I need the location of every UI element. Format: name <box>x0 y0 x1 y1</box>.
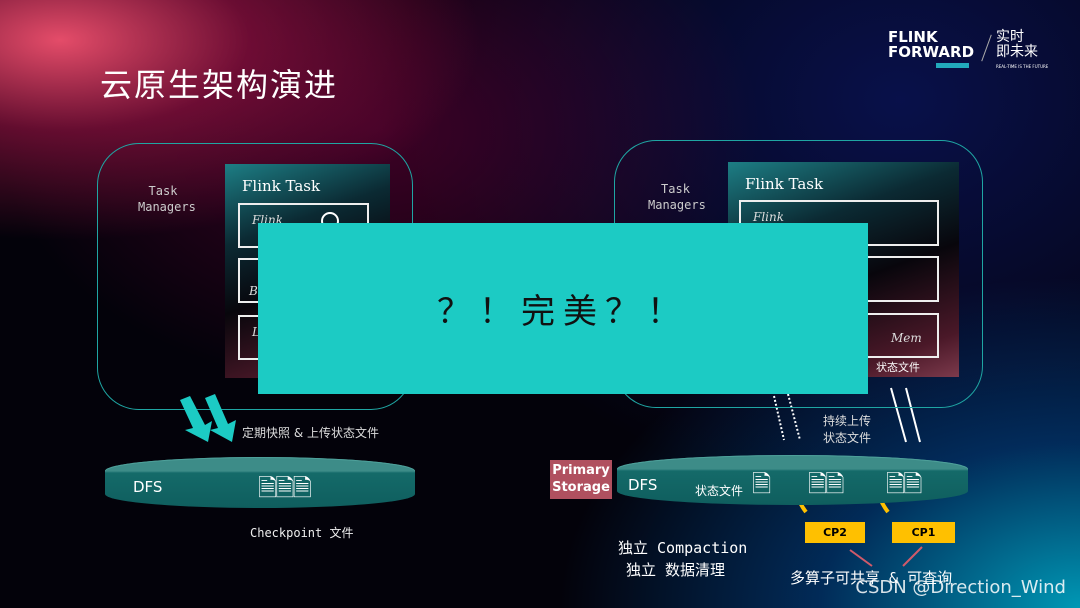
state-file-label: 状态文件 <box>876 361 920 374</box>
cleanup-label: 独立 数据清理 <box>626 561 726 579</box>
primary-storage-badge: Primary Storage <box>550 460 612 499</box>
dfs-label: DFS <box>133 478 163 496</box>
label-line: 持续上传 <box>823 414 872 428</box>
state-file-label: 状态文件 <box>695 484 744 498</box>
compaction-label: 独立 Compaction <box>618 539 748 557</box>
dfs-label: DFS <box>628 476 658 494</box>
checkpoint-file-icons: 🗎🗎🗎 <box>258 474 312 502</box>
task-managers-label: Task Managers <box>648 181 706 213</box>
operator-label: Flink <box>753 210 785 224</box>
checkpoint-label: Checkpoint 文件 <box>250 526 354 540</box>
cp1-file-icons: 🗎🗎 <box>886 470 923 498</box>
overlay-banner: ？！完美？！ <box>258 223 868 394</box>
pink-arrows <box>849 546 923 567</box>
cp2-file-icons: 🗎🗎 <box>808 470 845 498</box>
snapshot-label: 定期快照 & 上传状态文件 <box>242 426 379 440</box>
upload-label: 持续上传 状态文件 <box>823 413 871 447</box>
label-line: Managers <box>648 198 706 212</box>
flink-task-title: Flink Task <box>745 175 824 193</box>
slide: 云原生架构演进 FLINK FORWARD 实时 即未来 REAL-TIME I… <box>0 0 1080 608</box>
mem-label: Mem <box>891 331 922 345</box>
overlay-text: ？！完美？！ <box>437 292 689 332</box>
label-line: Task <box>661 182 690 196</box>
snapshot-arrows <box>180 394 236 442</box>
label-line: 状态文件 <box>823 431 872 445</box>
label-line: Primary <box>552 463 610 478</box>
watermark: CSDN @Direction_Wind <box>855 577 1066 598</box>
cp2-badge: CP2 <box>805 522 865 543</box>
label-line: Storage <box>552 480 610 495</box>
state-file-icon: 🗎 <box>752 470 772 498</box>
cp1-badge: CP1 <box>892 522 955 543</box>
